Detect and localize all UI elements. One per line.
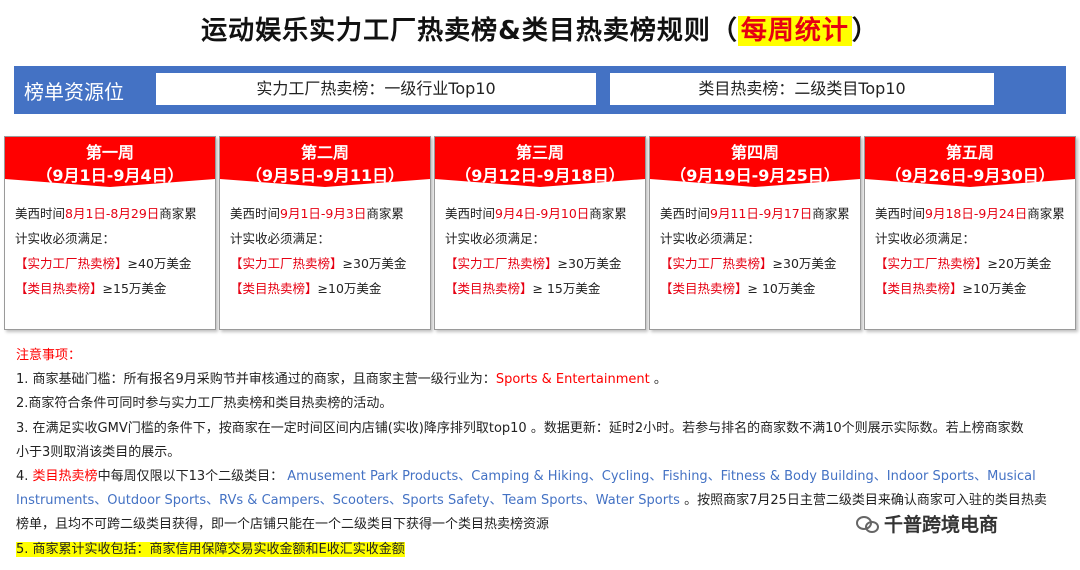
week-pre: 美西时间 [660, 206, 711, 221]
week-card-2: 第二周 （9月5日-9月11日） 美西时间9月1日-9月3日商家累 计实收必须满… [219, 136, 431, 330]
week-name: 第三周 [515, 143, 564, 162]
week-body: 美西时间8月1日-8月29日商家累 计实收必须满足： 【实力工厂热卖榜】≥40万… [5, 187, 215, 301]
week-pre: 美西时间 [15, 206, 66, 221]
wechat-icon [856, 516, 879, 533]
factory-value: ≥40万美金 [127, 256, 192, 271]
week-range: （9月12日-9月18日） [455, 166, 625, 185]
title-end: ） [851, 16, 879, 46]
week-window: 8月1日-8月29日 [65, 206, 160, 221]
week-line2: 计实收必须满足： [875, 231, 976, 246]
week-pre: 美西时间 [230, 206, 281, 221]
week-window: 9月1日-9月3日 [280, 206, 367, 221]
week-window: 9月4日-9月10日 [495, 206, 590, 221]
category-label: 【类目热卖榜】 [230, 281, 318, 296]
week-body: 美西时间9月18日-9月24日商家累 计实收必须满足： 【实力工厂热卖榜】≥20… [865, 187, 1075, 301]
week-body: 美西时间9月1日-9月3日商家累 计实收必须满足： 【实力工厂热卖榜】≥30万美… [220, 187, 430, 301]
category-label: 【类目热卖榜】 [445, 281, 533, 296]
week-post: 商家累 [159, 206, 197, 221]
category-value: ≥ 15万美金 [532, 281, 601, 296]
week-range: （9月1日-9月4日） [36, 166, 184, 185]
page-title: 运动娱乐实力工厂热卖榜&类目热卖榜规则（ 每周统计） [0, 10, 1080, 47]
factory-value: ≥30万美金 [557, 256, 622, 271]
week-body: 美西时间9月11日-9月17日商家累 计实收必须满足： 【实力工厂热卖榜】≥30… [650, 187, 860, 301]
note-3-line2: 小于3则取消该类目的展示。 [16, 444, 181, 460]
note-2: 2.商家符合条件可同时参与实力工厂热卖榜和类目热卖榜的活动。 [16, 396, 393, 412]
week-header: 第三周 （9月12日-9月18日） [435, 137, 645, 187]
factory-value: ≥20万美金 [987, 256, 1052, 271]
title-highlight: 每周统计 [737, 16, 852, 46]
note-4-num: 4. [16, 469, 33, 485]
week-card-5: 第五周 （9月26日-9月30日） 美西时间9月18日-9月24日商家累 计实收… [864, 136, 1076, 330]
category-label: 【类目热卖榜】 [15, 281, 103, 296]
note-5: 5. 商家累计实收包括：商家信用保障交易实收金额和E收汇实收金额 [16, 538, 1066, 562]
category-value: ≥15万美金 [102, 281, 167, 296]
note-1-text: 1. 商家基础门槛：所有报名9月采购节并审核通过的商家，且商家主营一级行业为： [16, 372, 496, 388]
week-post: 商家累 [812, 206, 850, 221]
resource-label: 榜单资源位 [24, 80, 124, 104]
title-main: 运动娱乐实力工厂热卖榜&类目热卖榜规则（ [201, 16, 738, 46]
factory-label: 【实力工厂热卖榜】 [230, 256, 343, 271]
week-line2: 计实收必须满足： [230, 231, 331, 246]
note-5-text: 5. 商家累计实收包括：商家信用保障交易实收金额和E收汇实收金额 [16, 541, 405, 557]
week-range: （9月5日-9月11日） [245, 166, 405, 185]
week-header: 第五周 （9月26日-9月30日） [865, 137, 1075, 187]
watermark: 千普跨境电商 [852, 508, 1003, 539]
factory-label: 【实力工厂热卖榜】 [875, 256, 988, 271]
note-4-categories-a: Amusement Park Products、Camping & Hiking… [287, 469, 1036, 485]
note-4-categories-b: Instruments、Outdoor Sports、RVs & Campers… [16, 493, 680, 509]
week-pre: 美西时间 [445, 206, 496, 221]
week-body: 美西时间9月4日-9月10日商家累 计实收必须满足： 【实力工厂热卖榜】≥30万… [435, 187, 645, 301]
week-line2: 计实收必须满足： [660, 231, 761, 246]
week-name: 第一周 [85, 143, 134, 162]
note-1: 1. 商家基础门槛：所有报名9月采购节并审核通过的商家，且商家主营一级行业为：S… [16, 368, 1066, 392]
week-card-3: 第三周 （9月12日-9月18日） 美西时间9月4日-9月10日商家累 计实收必… [434, 136, 646, 330]
resource-bar: 榜单资源位 实力工厂热卖榜：一级行业Top10 类目热卖榜：二级类目Top10 [14, 66, 1066, 114]
week-range: （9月26日-9月30日） [885, 166, 1055, 185]
week-name: 第四周 [730, 143, 779, 162]
week-line2: 计实收必须满足： [15, 231, 116, 246]
week-name: 第二周 [300, 143, 349, 162]
week-post: 商家累 [1027, 206, 1065, 221]
resource-box-category: 类目热卖榜：二级类目Top10 [610, 73, 994, 105]
week-pre: 美西时间 [875, 206, 926, 221]
note-4-text-2: 。按照商家7月25日主营二级类目来确认商家可入驻的类目热卖 [679, 493, 1047, 509]
week-post: 商家累 [366, 206, 404, 221]
week-header: 第二周 （9月5日-9月11日） [220, 137, 430, 187]
category-value: ≥ 10万美金 [747, 281, 816, 296]
resource-box-factory: 实力工厂热卖榜：一级行业Top10 [156, 73, 596, 105]
notes-heading: 注意事项： [16, 348, 82, 363]
week-post: 商家累 [589, 206, 627, 221]
note-1-industry: Sports & Entertainment [495, 372, 650, 388]
factory-label: 【实力工厂热卖榜】 [660, 256, 773, 271]
note-3: 3. 在满足实收GMV门槛的条件下，按商家在一定时间区间内店铺(实收)降序排列取… [16, 417, 1066, 465]
category-label: 【类目热卖榜】 [660, 281, 748, 296]
week-window: 9月18日-9月24日 [925, 206, 1028, 221]
week-card-1: 第一周 （9月1日-9月4日） 美西时间8月1日-8月29日商家累 计实收必须满… [4, 136, 216, 330]
week-header: 第一周 （9月1日-9月4日） [5, 137, 215, 187]
factory-value: ≥30万美金 [772, 256, 837, 271]
week-line2: 计实收必须满足： [445, 231, 546, 246]
watermark-text: 千普跨境电商 [884, 514, 999, 536]
week-window: 9月11日-9月17日 [710, 206, 813, 221]
week-range: （9月19日-9月25日） [670, 166, 840, 185]
note-1-end: 。 [649, 372, 667, 388]
note-4-category-board: 类目热卖榜 [32, 469, 98, 485]
week-name: 第五周 [945, 143, 994, 162]
factory-value: ≥30万美金 [342, 256, 407, 271]
week-header: 第四周 （9月19日-9月25日） [650, 137, 860, 187]
category-value: ≥10万美金 [317, 281, 382, 296]
factory-label: 【实力工厂热卖榜】 [445, 256, 558, 271]
note-4-text: 中每周仅限以下13个二级类目： [97, 469, 288, 485]
week-card-4: 第四周 （9月19日-9月25日） 美西时间9月11日-9月17日商家累 计实收… [649, 136, 861, 330]
category-value: ≥10万美金 [962, 281, 1027, 296]
factory-label: 【实力工厂热卖榜】 [15, 256, 128, 271]
category-label: 【类目热卖榜】 [875, 281, 963, 296]
note-3-line1: 3. 在满足实收GMV门槛的条件下，按商家在一定时间区间内店铺(实收)降序排列取… [16, 420, 1024, 436]
